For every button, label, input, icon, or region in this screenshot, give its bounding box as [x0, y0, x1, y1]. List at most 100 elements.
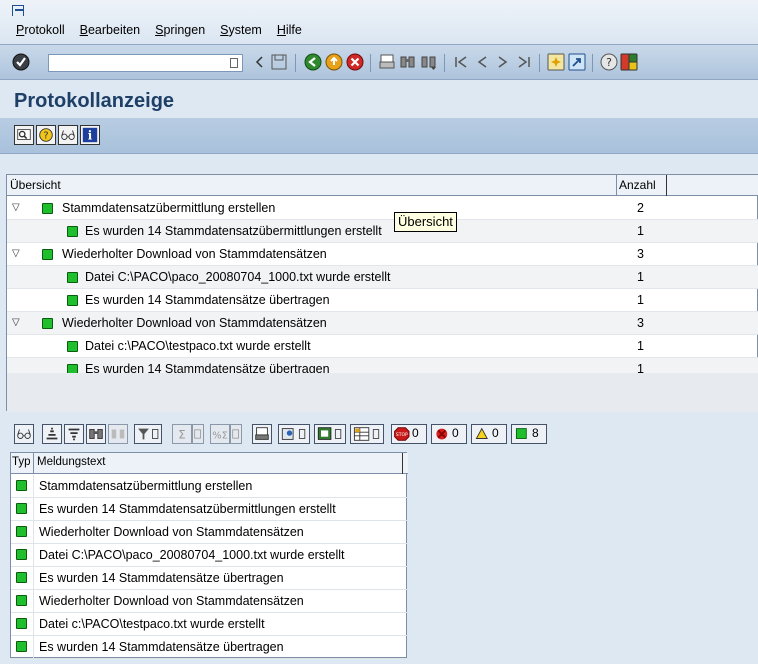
tree-row[interactable]: ▽ Wiederholter Download von Stammdatensä… [7, 312, 758, 335]
toolbar-separator [370, 54, 371, 72]
subtotal-dropdown-icon[interactable] [230, 424, 242, 444]
table-row[interactable]: Datei C:\PACO\paco_20080704_1000.txt wur… [11, 544, 408, 567]
error-messages-icon[interactable] [431, 424, 467, 444]
success-status-icon [67, 272, 78, 283]
tree-node-count: 1 [637, 224, 644, 238]
next-page-icon[interactable] [494, 53, 512, 71]
stop-messages-icon[interactable]: STOP [391, 424, 427, 444]
type-cell [11, 590, 34, 612]
detail-search-icon[interactable] [14, 125, 34, 145]
message-list: Typ Meldungstext Stammdatensatzübermittl… [10, 452, 408, 659]
find-icon[interactable] [399, 53, 417, 71]
tree-node-label: Datei C:\PACO\paco_20080704_1000.txt wur… [85, 270, 391, 284]
shortcut-icon[interactable] [568, 53, 586, 71]
success-status-icon [16, 480, 27, 491]
success-messages-icon[interactable] [511, 424, 547, 444]
expand-collapse-icon[interactable]: ▽ [12, 203, 22, 213]
tree-empty-area [7, 373, 758, 412]
type-cell [11, 544, 34, 566]
table-row[interactable]: Es wurden 14 Stammdatensätze übertragen [11, 567, 408, 590]
menu-springen[interactable]: Springen [155, 23, 205, 37]
message-text-cell: Es wurden 14 Stammdatensätze übertragen [39, 640, 284, 654]
spreadsheet-icon[interactable] [314, 424, 346, 444]
table-row[interactable]: Es wurden 14 Stammdatensätze übertragen [11, 636, 408, 659]
tree-row[interactable]: Datei c:\PACO\testpaco.txt wurde erstell… [7, 335, 758, 358]
column-header-type[interactable]: Typ [11, 453, 34, 474]
svg-text:?: ? [606, 56, 612, 69]
filter-icon[interactable] [134, 424, 162, 444]
menu-system[interactable]: System [220, 23, 262, 37]
back-arrow-small-icon[interactable] [254, 53, 264, 71]
table-row[interactable]: Wiederholter Download von Stammdatensätz… [11, 590, 408, 613]
table-row[interactable]: Es wurden 14 Stammdatensatzübermittlunge… [11, 498, 408, 521]
warning-messages-icon[interactable] [471, 424, 507, 444]
find-icon[interactable] [86, 424, 106, 444]
command-history-dropdown-icon[interactable] [230, 58, 238, 68]
tree-header: Übersicht Anzahl [7, 175, 758, 196]
total-icon[interactable]: Σ [172, 424, 192, 444]
tree-row[interactable]: ▽ Wiederholter Download von Stammdatensä… [7, 243, 758, 266]
success-status-icon [16, 595, 27, 606]
tree-node-count: 2 [637, 201, 644, 215]
success-status-icon [67, 341, 78, 352]
tree-node-count: 3 [637, 316, 644, 330]
message-text-cell: Datei c:\PACO\testpaco.txt wurde erstell… [39, 617, 265, 631]
type-cell [11, 475, 34, 497]
glasses-details-icon[interactable] [14, 424, 34, 444]
print-preview-icon[interactable] [252, 424, 272, 444]
menu-protokoll[interactable]: Protokoll [16, 23, 65, 37]
change-layout-icon[interactable] [350, 424, 384, 444]
tree-row[interactable]: Datei C:\PACO\paco_20080704_1000.txt wur… [7, 266, 758, 289]
enter-check-icon[interactable] [12, 53, 30, 71]
column-header-message-text[interactable]: Meldungstext [37, 456, 105, 468]
toolbar-separator [444, 54, 445, 72]
grid-header: Typ Meldungstext [11, 453, 408, 474]
total-dropdown-icon[interactable] [192, 424, 204, 444]
sort-descending-icon[interactable] [64, 424, 84, 444]
tree-node-count: 1 [637, 339, 644, 353]
system-menu-icon[interactable] [12, 5, 24, 16]
type-cell [11, 498, 34, 520]
find-next-icon[interactable] [108, 424, 128, 444]
glasses-view-icon[interactable] [58, 125, 78, 145]
tree-node-count: 3 [637, 247, 644, 261]
help-icon[interactable]: ? [600, 53, 618, 71]
expand-collapse-icon[interactable]: ▽ [12, 249, 22, 259]
message-text-cell: Es wurden 14 Stammdatensätze übertragen [39, 571, 284, 585]
save-icon[interactable] [270, 53, 288, 71]
question-help-icon[interactable]: ? [36, 125, 56, 145]
warning-count: 0 [492, 426, 499, 440]
expand-collapse-icon[interactable]: ▽ [12, 318, 22, 328]
command-field[interactable] [48, 54, 243, 72]
message-text-cell: Wiederholter Download von Stammdatensätz… [39, 594, 304, 608]
subtotal-icon[interactable]: %Σ [210, 424, 230, 444]
previous-page-icon[interactable] [473, 53, 491, 71]
tree-row[interactable]: ▽ Stammdatensatzübermittlung erstellen 2 [7, 197, 758, 220]
success-status-icon [67, 226, 78, 237]
column-header-overview[interactable]: Übersicht [7, 175, 617, 196]
create-session-icon[interactable] [547, 53, 565, 71]
tree-node-label: Wiederholter Download von Stammdatensätz… [62, 247, 327, 261]
back-icon[interactable] [304, 53, 322, 71]
sort-ascending-icon[interactable] [42, 424, 62, 444]
menu-bearbeiten[interactable]: Bearbeiten [80, 23, 140, 37]
success-status-icon [16, 641, 27, 652]
tree-row[interactable]: Es wurden 14 Stammdatensätze übertragen … [7, 289, 758, 312]
page-title: Protokollanzeige [14, 90, 175, 112]
table-row[interactable]: Stammdatensatzübermittlung erstellen [11, 475, 408, 498]
menu-hilfe[interactable]: Hilfe [277, 23, 302, 37]
exit-icon[interactable] [325, 53, 343, 71]
customize-layout-icon[interactable] [620, 53, 638, 71]
export-icon[interactable] [278, 424, 310, 444]
cancel-icon[interactable] [346, 53, 364, 71]
last-page-icon[interactable] [515, 53, 533, 71]
find-next-icon[interactable] [420, 53, 438, 71]
table-row[interactable]: Wiederholter Download von Stammdatensätz… [11, 521, 408, 544]
tree-row[interactable]: Es wurden 14 Stammdatensatzübermittlunge… [7, 220, 758, 243]
table-row[interactable]: Datei c:\PACO\testpaco.txt wurde erstell… [11, 613, 408, 636]
information-icon[interactable]: i [80, 125, 100, 145]
success-status-icon [16, 549, 27, 560]
column-header-count[interactable]: Anzahl [617, 175, 667, 196]
print-icon[interactable] [378, 53, 396, 71]
first-page-icon[interactable] [452, 53, 470, 71]
